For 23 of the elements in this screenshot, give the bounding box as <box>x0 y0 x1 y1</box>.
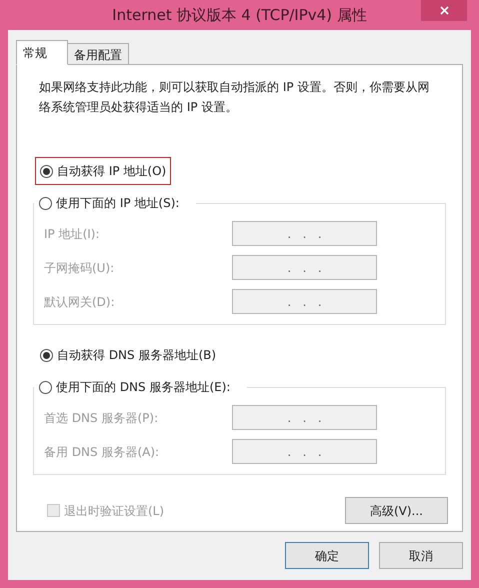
field-label: 默认网关(D): <box>44 294 115 310</box>
radio-label: 使用下面的 IP 地址(S): <box>56 195 180 212</box>
radio-button[interactable] <box>39 196 52 210</box>
radio-label: 自动获得 DNS 服务器地址(B) <box>57 347 216 364</box>
field-label: 子网掩码(U): <box>44 260 114 276</box>
radio-label: 自动获得 IP 地址(O) <box>57 163 166 180</box>
radio-button[interactable] <box>40 164 53 178</box>
close-button[interactable] <box>421 0 467 21</box>
checkbox-label: 退出时验证设置(L) <box>64 502 164 520</box>
field-label: 备用 DNS 服务器(A): <box>44 444 160 460</box>
tab[interactable]: 备用配置 <box>68 43 129 64</box>
radio-button[interactable] <box>40 348 53 362</box>
window-title: Internet 协议版本 4 (TCP/IPv4) 属性 <box>112 4 367 26</box>
radio-button[interactable] <box>39 380 52 394</box>
field-label: IP 地址(I): <box>44 226 100 242</box>
advanced-button[interactable]: 高级(V)... <box>345 497 448 524</box>
close-icon <box>440 6 448 15</box>
radio-label: 使用下面的 DNS 服务器地址(E): <box>56 379 230 396</box>
description-text: 如果网络支持此功能，则可以获取自动指派的 IP 设置。否则，你需要从网络系统管理员处获得适当的 IP 设置。 <box>38 79 430 116</box>
tab[interactable]: 常规 <box>16 40 68 65</box>
dialog-button[interactable]: 取消 <box>379 542 463 569</box>
dialog-button[interactable]: 确定 <box>285 542 369 569</box>
field-label: 首选 DNS 服务器(P): <box>44 410 158 426</box>
